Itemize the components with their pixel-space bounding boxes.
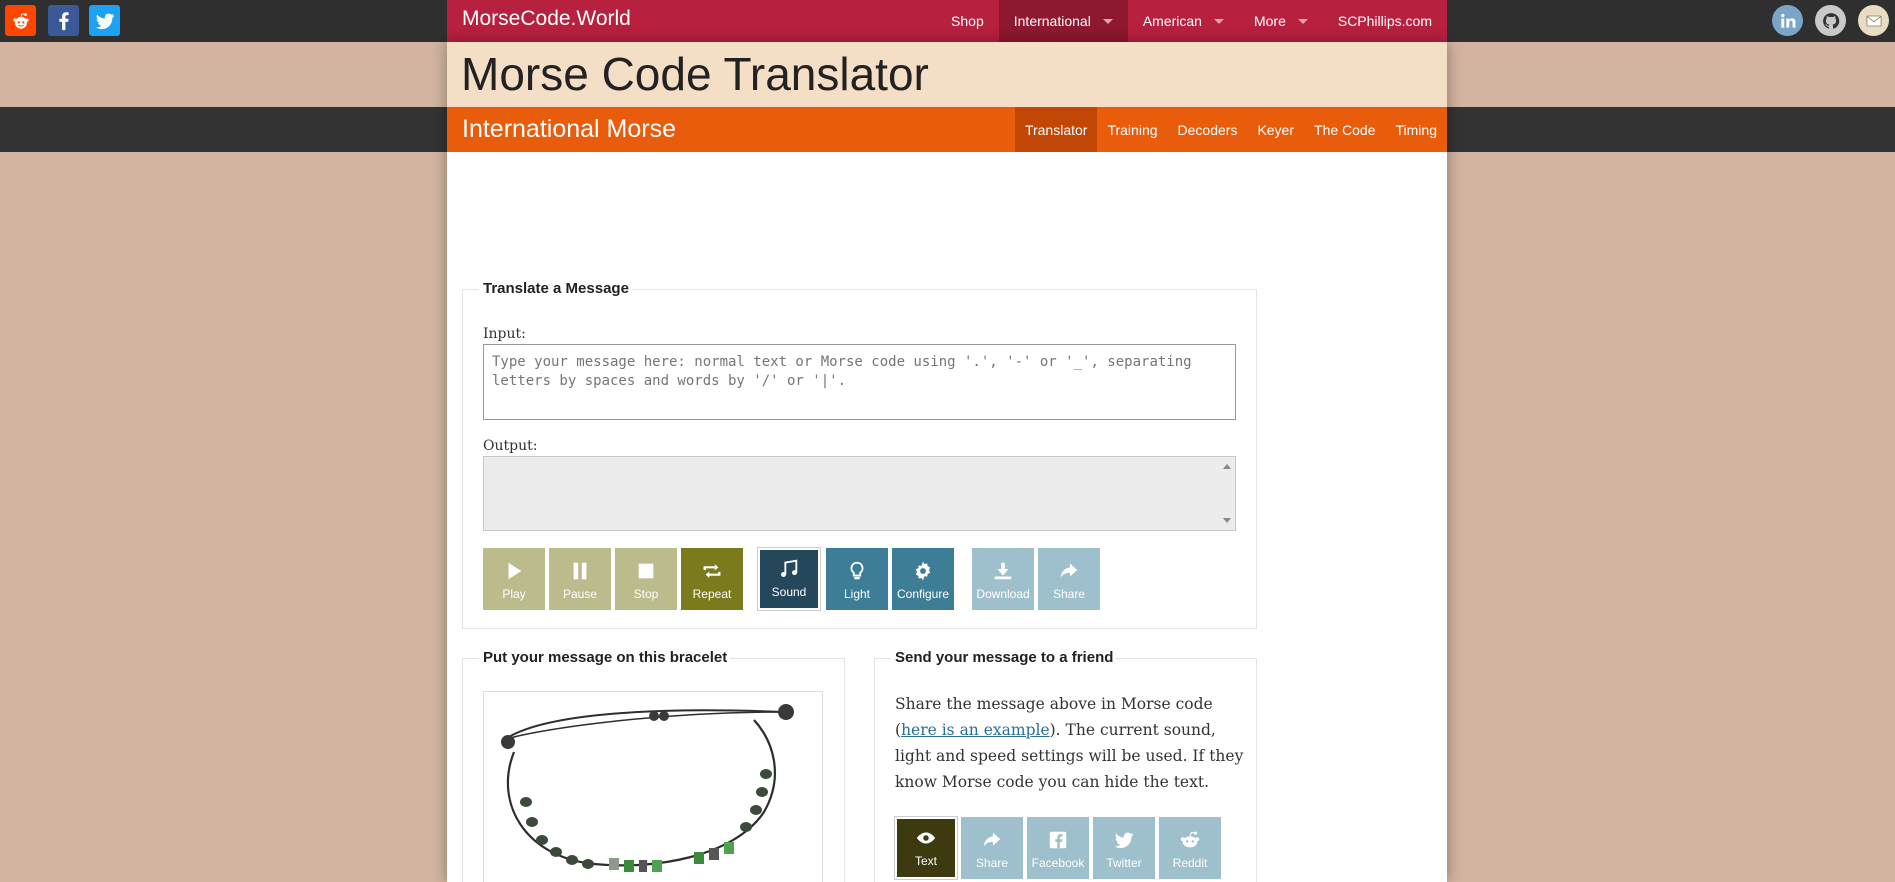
page-container: Morse Code Translator International Mors… (447, 42, 1447, 882)
tab-training[interactable]: Training (1097, 107, 1167, 152)
button-label: Facebook (1031, 856, 1085, 870)
stop-icon (638, 563, 654, 579)
section-title: International Morse (462, 115, 677, 143)
facebook-icon (1049, 831, 1067, 849)
nav-international[interactable]: International (998, 0, 1128, 42)
repeat-icon (703, 564, 721, 578)
button-label: Download (976, 587, 1030, 601)
twitter-icon (1114, 832, 1134, 849)
send-description: Share the message above in Morse code (h… (895, 691, 1245, 795)
send-legend: Send your message to a friend (891, 649, 1117, 666)
reddit-share-button[interactable]: Reddit (1159, 817, 1221, 879)
download-button[interactable]: Download (972, 548, 1034, 610)
twitter-icon[interactable] (89, 5, 120, 36)
button-label: Reddit (1172, 856, 1208, 870)
input-textarea[interactable] (483, 344, 1236, 420)
reddit-icon (1180, 831, 1200, 848)
button-label: Share (975, 856, 1009, 870)
nav-american[interactable]: American (1128, 0, 1239, 42)
nav-label: International (1013, 13, 1091, 29)
share-link-button[interactable]: Share (961, 817, 1023, 879)
text-toggle-button[interactable]: Text (894, 816, 958, 880)
linkedin-icon[interactable] (1772, 5, 1803, 36)
light-button[interactable]: Light (826, 548, 888, 610)
button-label: Text (914, 854, 937, 868)
brand-bar: MorseCode.World Shop International Ameri… (447, 0, 1447, 42)
tab-the-code[interactable]: The Code (1304, 107, 1385, 152)
caret-down-icon (1102, 18, 1113, 24)
share-arrow-icon (1060, 563, 1078, 578)
email-icon[interactable] (1858, 5, 1889, 36)
nav-label: Shop (951, 13, 984, 29)
nav-more[interactable]: More (1239, 0, 1323, 42)
output-textarea[interactable] (483, 456, 1236, 531)
button-label: Stop (633, 587, 659, 601)
configure-button[interactable]: Configure (892, 548, 954, 610)
sound-button[interactable]: Sound (757, 547, 821, 611)
nav-scphillips[interactable]: SCPhillips.com (1323, 0, 1447, 42)
tab-timing[interactable]: Timing (1386, 107, 1448, 152)
tab-label: Training (1107, 121, 1158, 138)
top-bar: MorseCode.World Shop International Ameri… (0, 0, 1895, 42)
bracelet-image[interactable] (483, 691, 823, 882)
tab-label: Translator (1024, 121, 1088, 138)
button-label: Sound (771, 585, 807, 599)
tab-label: The Code (1314, 121, 1376, 138)
button-label: Play (502, 587, 526, 601)
title-band: Morse Code Translator (447, 42, 1447, 107)
repeat-button[interactable]: Repeat (681, 548, 743, 610)
tab-translator[interactable]: Translator (1014, 107, 1098, 152)
button-label: Pause (562, 587, 598, 601)
lightbulb-icon (850, 561, 864, 580)
music-note-icon (781, 559, 798, 577)
translate-legend: Translate a Message (479, 280, 632, 297)
example-link[interactable]: here is an example (901, 721, 1050, 739)
tab-decoders[interactable]: Decoders (1168, 107, 1248, 152)
tab-label: Timing (1395, 121, 1438, 138)
brand-logo[interactable]: MorseCode.World (462, 7, 631, 31)
top-nav: Shop International American More SCPhill… (936, 0, 1447, 42)
gear-icon (915, 561, 931, 581)
bracelet-legend: Put your message on this bracelet (479, 649, 731, 666)
share-button[interactable]: Share (1038, 548, 1100, 610)
facebook-share-button[interactable]: Facebook (1027, 817, 1089, 879)
caret-down-icon (1297, 18, 1308, 24)
download-icon (994, 562, 1012, 580)
tab-keyer[interactable]: Keyer (1247, 107, 1304, 152)
sub-nav: Translator Training Decoders Keyer The C… (1014, 107, 1448, 152)
bracelet-panel: Put your message on this bracelet (462, 649, 845, 882)
play-button[interactable]: Play (483, 548, 545, 610)
tab-label: Decoders (1177, 121, 1238, 138)
button-label: Share (1052, 587, 1086, 601)
play-icon (508, 562, 522, 580)
button-label: Twitter (1106, 856, 1142, 870)
page-title: Morse Code Translator (461, 48, 929, 100)
reddit-icon[interactable] (5, 5, 36, 36)
share-arrow-icon (983, 832, 1001, 847)
pause-icon (573, 562, 587, 580)
output-label: Output: (483, 438, 538, 454)
eye-icon (916, 832, 936, 844)
button-label: Configure (896, 587, 950, 601)
input-label: Input: (483, 326, 526, 342)
section-bar: International Morse Translator Training … (447, 107, 1447, 152)
github-icon[interactable] (1815, 5, 1846, 36)
send-panel: Send your message to a friend Share the … (874, 649, 1257, 882)
nav-label: SCPhillips.com (1337, 13, 1432, 29)
translate-panel: Translate a Message Input: Output: Play … (462, 280, 1257, 629)
caret-down-icon (1213, 18, 1224, 24)
pause-button[interactable]: Pause (549, 548, 611, 610)
nav-label: More (1253, 13, 1286, 29)
facebook-icon[interactable] (48, 5, 79, 36)
twitter-share-button[interactable]: Twitter (1093, 817, 1155, 879)
stop-button[interactable]: Stop (615, 548, 677, 610)
tab-label: Keyer (1257, 121, 1295, 138)
nav-shop[interactable]: Shop (936, 0, 999, 42)
button-label: Repeat (692, 587, 732, 601)
button-label: Light (843, 587, 871, 601)
scroll-up-icon[interactable] (1223, 464, 1231, 469)
nav-label: American (1142, 13, 1202, 29)
scroll-down-icon[interactable] (1223, 518, 1231, 523)
